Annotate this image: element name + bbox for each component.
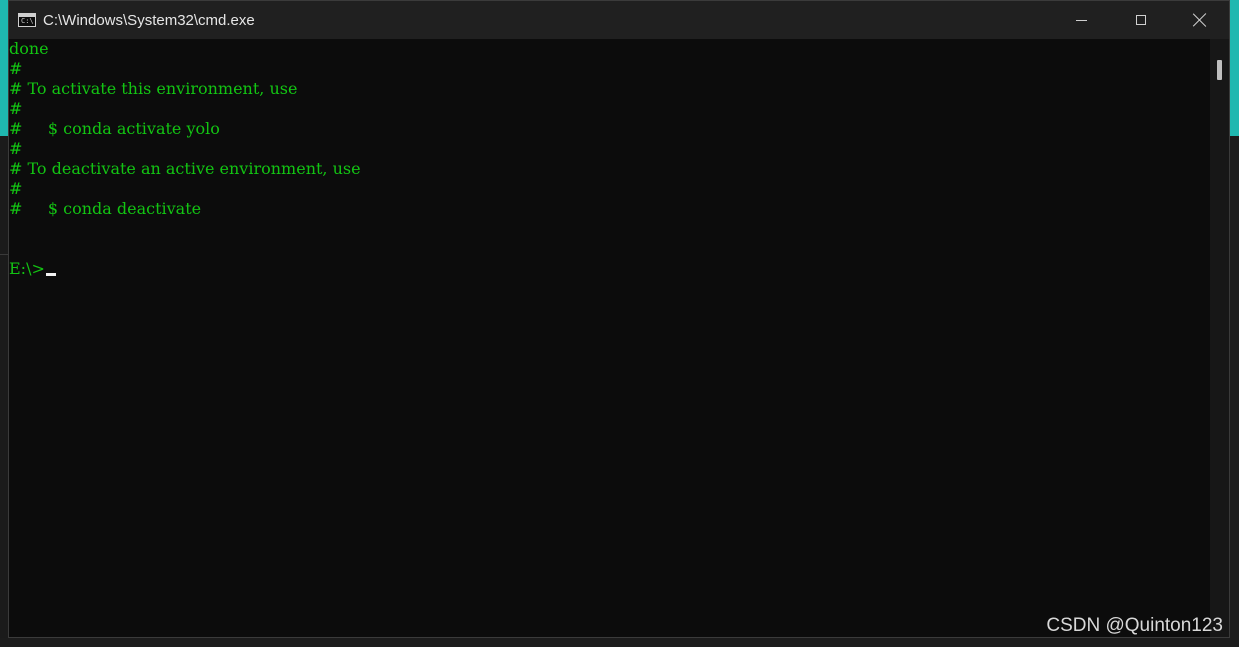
console-line: # $ conda deactivate	[9, 199, 202, 218]
text-cursor	[45, 273, 56, 276]
console-line: # $ conda activate yolo	[9, 119, 220, 138]
console-output[interactable]: done # # To activate this environment, u…	[9, 39, 1209, 637]
background-app-edge	[1229, 136, 1239, 647]
cmd-icon[interactable]: C:\	[18, 13, 36, 27]
console-line: done	[9, 39, 49, 58]
window-title: C:\Windows\System32\cmd.exe	[43, 11, 255, 29]
close-icon	[1193, 13, 1207, 27]
console-line: #	[9, 59, 23, 78]
command-prompt: E:\>	[9, 259, 45, 278]
vertical-scrollbar[interactable]	[1210, 39, 1229, 637]
console-line: # To activate this environment, use	[9, 79, 298, 98]
watermark: CSDN @Quinton123	[1046, 615, 1223, 636]
minimize-icon	[1076, 19, 1087, 21]
cmd-window[interactable]: C:\ C:\Windows\System32\cmd.exe done # #…	[8, 0, 1230, 638]
console-line: # To deactivate an active environment, u…	[9, 159, 361, 178]
console-line: #	[9, 139, 23, 158]
title-bar[interactable]: C:\ C:\Windows\System32\cmd.exe	[9, 1, 1229, 39]
maximize-button[interactable]	[1111, 1, 1170, 39]
minimize-button[interactable]	[1052, 1, 1111, 39]
console-line: #	[9, 179, 23, 198]
maximize-icon	[1135, 15, 1146, 25]
command-prompt-line[interactable]: E:\>	[9, 259, 56, 279]
console-line: #	[9, 99, 23, 118]
window-controls	[1052, 1, 1229, 39]
background-app-bottom	[0, 638, 1239, 647]
scrollbar-thumb[interactable]	[1217, 60, 1222, 80]
close-button[interactable]	[1170, 1, 1229, 39]
